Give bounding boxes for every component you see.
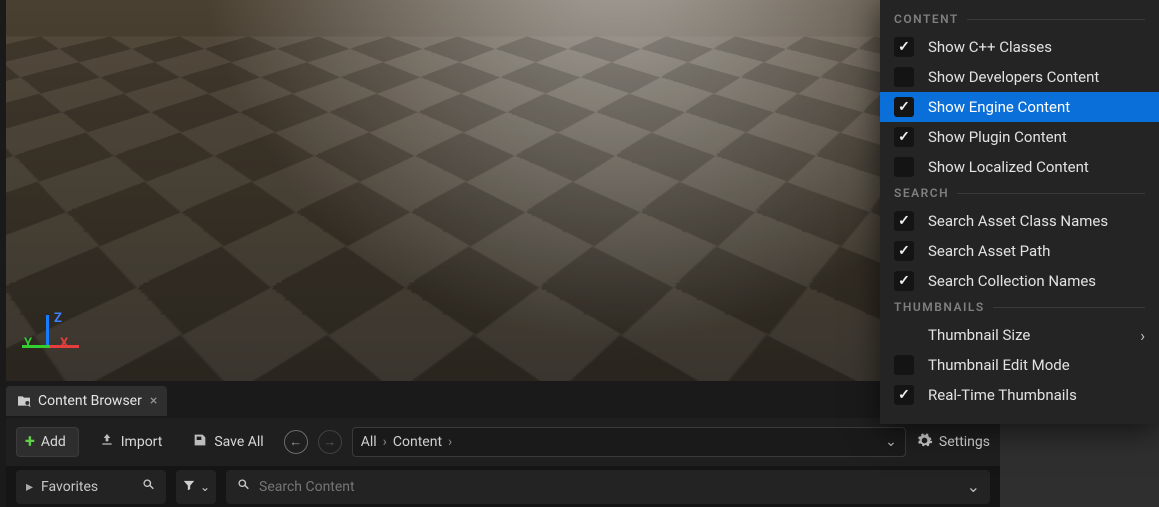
breadcrumb[interactable]: All › Content › ⌄ [352,427,906,457]
menu-item-thumbnail-edit-mode[interactable]: Thumbnail Edit Mode [880,350,1159,380]
menu-item-label: Show Developers Content [928,68,1145,86]
import-button[interactable]: Import [89,427,173,457]
chevron-right-icon: › [448,434,452,450]
chevron-right-icon: › [383,434,387,450]
save-all-button[interactable]: Save All [182,427,273,457]
save-all-label: Save All [214,434,263,450]
checkbox[interactable] [894,211,914,231]
menu-item-label: Show C++ Classes [928,38,1145,56]
filter-icon [182,477,196,496]
menu-item-thumbnail-size[interactable]: Thumbnail Size › [880,320,1159,350]
tab-content-browser[interactable]: Content Browser × [6,386,167,416]
menu-item-label: Real-Time Thumbnails [928,386,1145,404]
chevron-down-icon: ⌄ [200,480,210,494]
checkbox[interactable] [894,355,914,375]
viewport-floor [6,36,880,381]
checkbox[interactable] [894,37,914,57]
favorites-toggle[interactable]: ▸ Favorites [16,470,166,504]
menu-item-show-c-classes[interactable]: Show C++ Classes [880,32,1159,62]
chevron-right-icon: › [1140,326,1145,345]
tab-label: Content Browser [38,393,142,409]
content-browser-toolbar: + Add Import Save All ← → All › Content … [6,418,1000,466]
section-header-content: CONTENT [880,8,1159,32]
checkbox[interactable] [894,241,914,261]
menu-item-search-asset-path[interactable]: Search Asset Path [880,236,1159,266]
search-icon[interactable] [141,477,156,496]
axis-y-label: Y [24,336,32,351]
chevron-down-icon[interactable]: ⌄ [967,477,980,496]
chevron-down-icon[interactable]: ⌄ [885,434,897,450]
add-button[interactable]: + Add [16,427,79,457]
settings-label: Settings [939,434,990,450]
content-browser-searchbar: ▸ Favorites ⌄ ⌄ [6,466,1000,507]
search-icon [236,477,251,496]
menu-item-real-time-thumbnails[interactable]: Real-Time Thumbnails [880,380,1159,410]
menu-item-label: Show Engine Content [928,98,1145,116]
search-input[interactable] [259,479,959,495]
menu-item-search-collection-names[interactable]: Search Collection Names [880,266,1159,296]
menu-item-show-localized-content[interactable]: Show Localized Content [880,152,1159,182]
menu-item-label: Search Asset Path [928,242,1145,260]
settings-button[interactable]: Settings [916,432,990,453]
import-icon [99,432,115,452]
breadcrumb-segment[interactable]: All [361,434,377,450]
menu-item-show-developers-content[interactable]: Show Developers Content [880,62,1159,92]
caret-right-icon: ▸ [26,479,33,495]
plus-icon: + [25,433,35,451]
section-header-search: SEARCH [880,182,1159,206]
tab-bar: Content Browser × [6,386,167,416]
filter-button[interactable]: ⌄ [176,470,216,504]
menu-item-label: Search Collection Names [928,272,1145,290]
checkbox[interactable] [894,271,914,291]
settings-popup: CONTENT Show C++ Classes Show Developers … [880,0,1159,424]
nav-back-button[interactable]: ← [284,430,308,454]
menu-item-show-plugin-content[interactable]: Show Plugin Content [880,122,1159,152]
checkbox[interactable] [894,157,914,177]
checkbox[interactable] [894,127,914,147]
axis-x-label: X [60,336,68,351]
checkbox[interactable] [894,67,914,87]
add-label: Add [41,434,66,450]
section-header-thumbnails: THUMBNAILS [880,296,1159,320]
checkbox[interactable] [894,97,914,117]
viewport-3d[interactable]: Z X Y [6,0,880,381]
checkbox[interactable] [894,385,914,405]
menu-item-search-asset-class-names[interactable]: Search Asset Class Names [880,206,1159,236]
close-icon[interactable]: × [150,393,157,409]
axis-z-label: Z [54,311,62,326]
menu-item-show-engine-content[interactable]: Show Engine Content [880,92,1159,122]
folder-browser-icon [16,393,32,409]
menu-item-label: Show Plugin Content [928,128,1145,146]
menu-item-label: Thumbnail Size [928,326,1126,344]
axis-gizmo: Z X Y [16,311,76,371]
save-icon [192,432,208,452]
menu-item-label: Show Localized Content [928,158,1145,176]
menu-item-label: Thumbnail Edit Mode [928,356,1145,374]
menu-item-label: Search Asset Class Names [928,212,1145,230]
gear-icon [916,432,933,453]
search-input-wrapper: ⌄ [226,470,990,504]
import-label: Import [121,434,163,450]
nav-forward-button[interactable]: → [318,430,342,454]
breadcrumb-segment[interactable]: Content [393,434,442,450]
favorites-label: Favorites [41,479,98,495]
